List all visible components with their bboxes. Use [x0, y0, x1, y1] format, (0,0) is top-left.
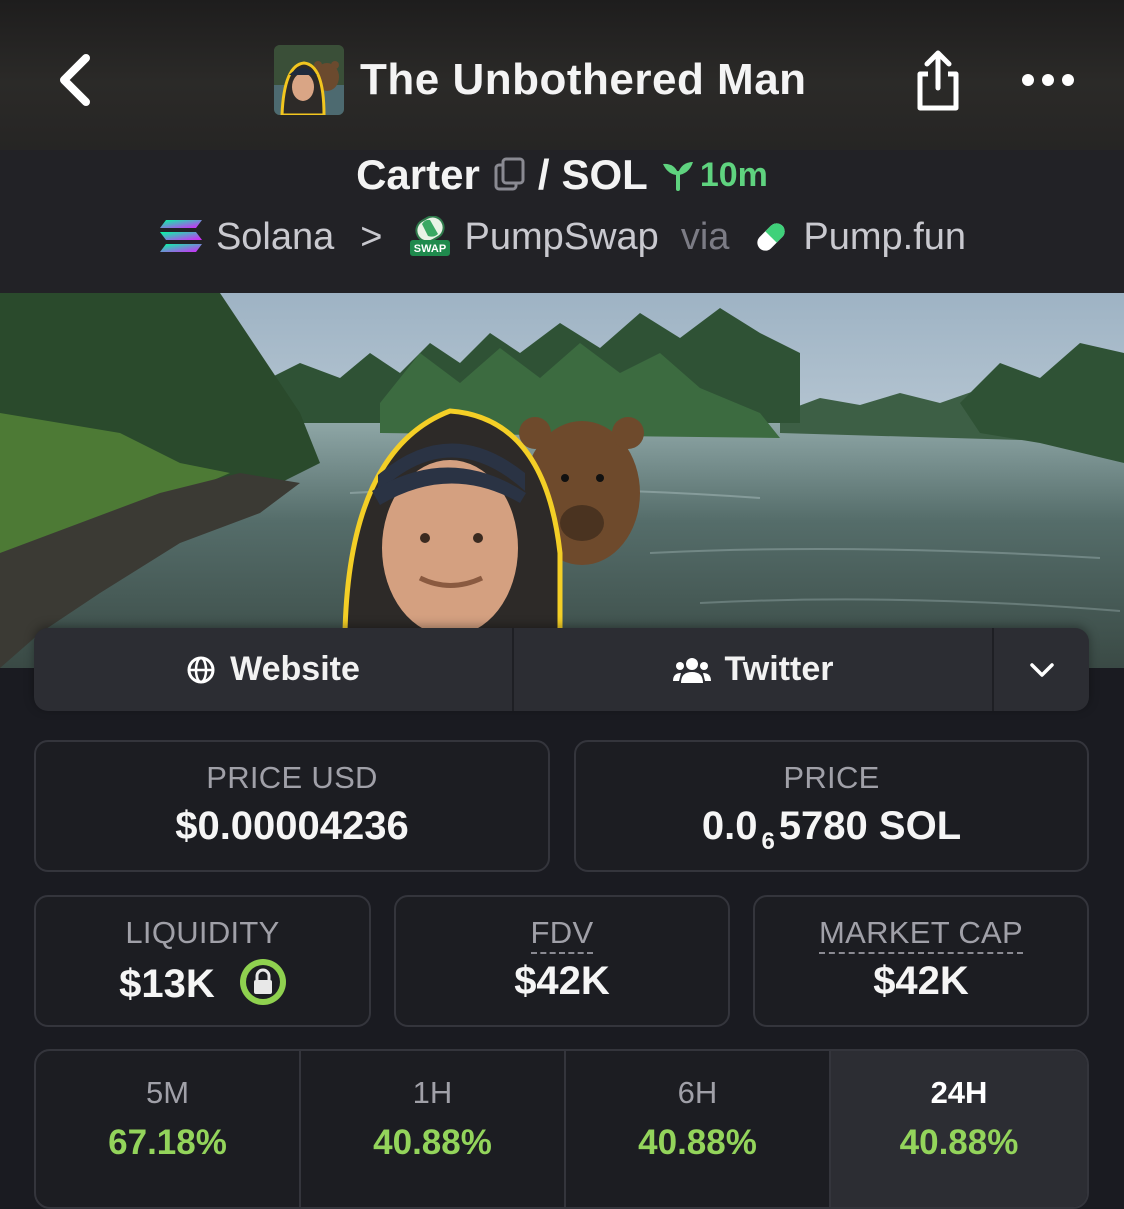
fdv-card: FDV $42K — [394, 895, 730, 1027]
price-native-label: PRICE — [783, 760, 880, 795]
chevron-down-icon — [1029, 662, 1054, 677]
chain-name: Solana — [215, 215, 335, 258]
tab-1h-change: 40.88% — [373, 1123, 492, 1162]
users-icon — [672, 657, 711, 683]
chevron-left-icon — [60, 54, 90, 106]
lock-icon — [245, 965, 280, 999]
price-usd-card: PRICE USD $0.00004236 — [34, 740, 550, 872]
route-row: Solana > SWAP PumpSwap via Pump.fun — [0, 214, 1124, 260]
tab-5m[interactable]: 5M 67.18% — [36, 1051, 301, 1207]
pair-row: Carter / SOL 10m — [0, 150, 1124, 200]
copy-icon[interactable] — [492, 157, 526, 193]
pair-age: 10m — [699, 155, 768, 194]
tab-6h-change: 40.88% — [638, 1123, 757, 1162]
share-button[interactable] — [910, 48, 966, 114]
liquidity-label: LIQUIDITY — [125, 915, 280, 950]
tab-24h-change: 40.88% — [899, 1123, 1019, 1162]
market-cap-value: $42K — [873, 959, 969, 1003]
market-cap-label[interactable]: MARKET CAP — [819, 915, 1023, 954]
globe-icon — [187, 656, 215, 683]
token-avatar — [274, 45, 344, 115]
tab-24h[interactable]: 24H 40.88% — [831, 1051, 1087, 1207]
pair-base-symbol: Carter — [356, 151, 480, 198]
price-native-card: PRICE 0.0 6 5780 SOL — [574, 740, 1089, 872]
chain-link[interactable]: Solana — [158, 216, 334, 259]
more-links-button[interactable] — [994, 628, 1089, 711]
twitter-label: Twitter — [724, 650, 834, 688]
fdv-label[interactable]: FDV — [530, 915, 594, 954]
pair-separator: / — [537, 151, 550, 198]
price-native-prefix: 0.0 — [701, 804, 758, 848]
top-header: The Unbothered Man — [0, 0, 1124, 150]
liquidity-locked-badge[interactable] — [239, 959, 286, 1005]
pair-quote-symbol: SOL — [561, 151, 648, 198]
tab-24h-label: 24H — [930, 1075, 988, 1110]
dex-badge-text: SWAP — [414, 243, 446, 255]
solana-icon — [159, 220, 202, 252]
launchpad-link[interactable]: Pump.fun — [751, 216, 966, 259]
tab-6h[interactable]: 6H 40.88% — [566, 1051, 831, 1207]
liquidity-card: LIQUIDITY $13K — [34, 895, 371, 1027]
sprout-icon — [662, 162, 693, 191]
tab-1h-label: 1H — [412, 1075, 453, 1110]
pumpswap-icon: SWAP — [410, 216, 451, 256]
website-button[interactable]: Website — [34, 628, 514, 711]
share-icon — [917, 50, 959, 111]
tab-6h-label: 6H — [677, 1075, 718, 1110]
market-cap-label-row: MARKET CAP — [755, 915, 1087, 954]
price-native-value: 0.0 6 5780 SOL — [576, 804, 1087, 856]
social-links-bar: Website Twitter — [34, 628, 1089, 711]
tab-5m-change: 67.18% — [108, 1123, 227, 1162]
liquidity-value-row: $13K — [36, 959, 369, 1007]
token-banner-image — [0, 293, 1124, 668]
liquidity-value: $13K — [119, 962, 215, 1006]
fdv-value: $42K — [514, 959, 610, 1003]
price-usd-value: $0.00004236 — [175, 804, 409, 848]
dex-link[interactable]: SWAP PumpSwap — [408, 215, 659, 259]
via-label: via — [680, 215, 730, 258]
price-native-suffix: 5780 SOL — [778, 804, 962, 848]
website-label: Website — [230, 650, 360, 688]
tab-1h[interactable]: 1H 40.88% — [301, 1051, 566, 1207]
route-separator: > — [360, 215, 383, 258]
dex-name: PumpSwap — [464, 215, 659, 258]
pill-icon — [757, 223, 786, 251]
tab-5m-label: 5M — [145, 1075, 190, 1110]
back-button[interactable] — [52, 48, 100, 112]
token-title: The Unbothered Man — [360, 55, 807, 104]
market-cap-card: MARKET CAP $42K — [753, 895, 1089, 1027]
pair-age-badge: 10m — [660, 156, 768, 195]
more-options-button[interactable] — [1020, 62, 1076, 98]
price-usd-label: PRICE USD — [206, 760, 378, 795]
price-change-tabs: 5M 67.18% 1H 40.88% 6H 40.88% 24H 40.88% — [34, 1049, 1089, 1209]
launchpad-name: Pump.fun — [803, 215, 967, 258]
price-native-zero-count: 6 — [761, 828, 775, 855]
twitter-button[interactable]: Twitter — [514, 628, 994, 711]
more-horizontal-icon — [1022, 74, 1074, 86]
token-title-group: The Unbothered Man — [274, 45, 807, 115]
fdv-label-row: FDV — [396, 915, 728, 954]
pair-info: Carter / SOL 10m Solana > SWAP PumpSwap … — [0, 150, 1124, 293]
